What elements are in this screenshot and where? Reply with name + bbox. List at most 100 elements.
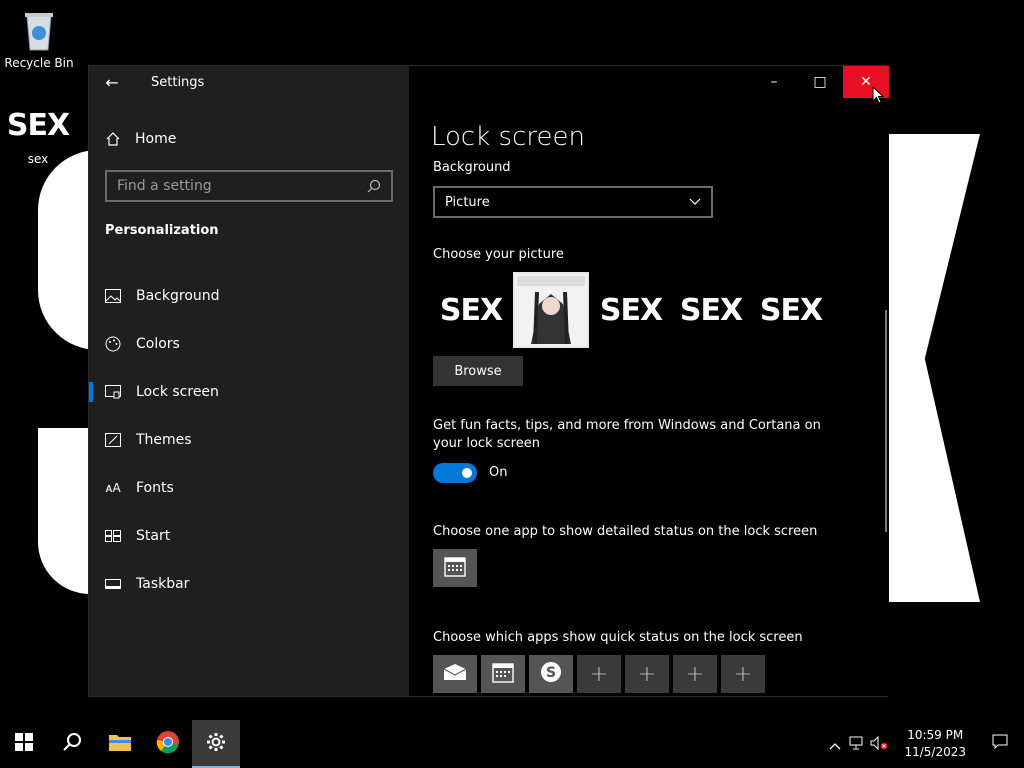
skype-icon: S (539, 660, 563, 688)
quick-status-add-slot[interactable]: + (721, 655, 765, 693)
home-nav-item[interactable]: Home (105, 124, 176, 154)
system-tray: 10:59 PM 11/5/2023 (824, 720, 1024, 768)
maximize-button[interactable]: □ (797, 66, 843, 98)
wallpaper-letter-left-lower (38, 428, 90, 594)
back-button[interactable]: ← (89, 66, 135, 98)
volume-muted-icon (870, 735, 888, 754)
sidebar-item-background[interactable]: Background (89, 272, 409, 320)
desktop-file-label: sex (27, 152, 49, 166)
quick-status-app-skype[interactable]: S (529, 655, 573, 693)
palette-icon (105, 336, 121, 352)
section-title: Personalization (105, 223, 219, 238)
themes-icon (105, 432, 121, 448)
sidebar-item-label: Colors (136, 336, 180, 352)
minimize-icon: – (770, 74, 778, 90)
sidebar-item-label: Themes (136, 432, 192, 448)
recycle-bin[interactable]: Recycle Bin (1, 8, 77, 70)
clock-date: 11/5/2023 (904, 745, 966, 759)
search-button[interactable] (48, 720, 96, 768)
choose-picture-label: Choose your picture (433, 247, 564, 262)
app-title: Settings (151, 74, 205, 90)
quick-status-label: Choose which apps show quick status on t… (433, 630, 803, 645)
minimize-button[interactable]: – (751, 66, 797, 98)
svg-text:S: S (546, 665, 556, 681)
network-icon (849, 735, 865, 754)
clock[interactable]: 10:59 PM 11/5/2023 (904, 727, 966, 761)
sidebar-item-colors[interactable]: Colors (89, 320, 409, 368)
detailed-status-label: Choose one app to show detailed status o… (433, 524, 818, 539)
plus-icon: + (637, 661, 657, 687)
volume-button[interactable] (868, 735, 890, 754)
window-controls: – □ ✕ (751, 66, 889, 98)
windows-logo-icon (15, 733, 33, 755)
background-label: Background (433, 160, 511, 175)
fonts-icon: ᴀA (105, 481, 121, 495)
detailed-status-app-calendar[interactable] (433, 549, 477, 587)
desktop-file-sex[interactable]: SEX sex (0, 106, 76, 166)
sidebar-item-label: Taskbar (136, 576, 190, 592)
desktop-file-thumbnail: SEX (6, 108, 70, 143)
action-center-button[interactable] (976, 734, 1024, 754)
chrome-icon (156, 730, 180, 758)
sidebar-item-fonts[interactable]: ᴀA Fonts (89, 464, 409, 512)
search-input[interactable] (117, 178, 367, 194)
taskbar-icon (105, 576, 121, 592)
settings-icon (206, 732, 226, 756)
show-hidden-icons-button[interactable] (824, 735, 846, 754)
picture-thumbnail-1[interactable]: SEX (433, 272, 509, 348)
picture-thumbnail-4[interactable]: SEX (673, 272, 749, 348)
browse-button[interactable]: Browse (433, 356, 523, 386)
plus-icon: + (685, 661, 705, 687)
sidebar-item-taskbar[interactable]: Taskbar (89, 560, 409, 608)
lock-screen-icon (105, 384, 121, 400)
quick-status-app-mail[interactable] (433, 655, 477, 693)
anime-picture-icon (515, 274, 587, 346)
recycle-bin-icon (19, 8, 59, 52)
thumbnail-text: SEX (599, 292, 663, 328)
thumbnail-text: SEX (759, 292, 823, 328)
start-icon (105, 528, 121, 544)
fun-facts-toggle[interactable] (433, 463, 477, 483)
quick-status-add-slot[interactable]: + (625, 655, 669, 693)
maximize-icon: □ (813, 74, 827, 90)
file-explorer-button[interactable] (96, 720, 144, 768)
notification-icon (992, 734, 1008, 754)
calendar-icon (492, 661, 514, 687)
sidebar-item-label: Lock screen (136, 384, 219, 400)
chevron-down-icon (689, 195, 701, 210)
settings-window: ← Settings Home Personalization Backgrou… (88, 65, 889, 697)
file-explorer-icon (109, 733, 131, 755)
sidebar-item-label: Background (136, 288, 220, 304)
quick-status-add-slot[interactable]: + (673, 655, 717, 693)
picture-thumbnail-2[interactable] (513, 272, 589, 348)
sidebar-nav: Background Colors Lock screen Themes ᴀA … (89, 272, 409, 608)
quick-status-app-calendar[interactable] (481, 655, 525, 693)
picture-icon (105, 288, 121, 304)
sidebar-item-themes[interactable]: Themes (89, 416, 409, 464)
thumbnail-text: SEX (439, 292, 503, 328)
network-button[interactable] (846, 735, 868, 754)
plus-icon: + (589, 661, 609, 687)
settings-taskbar-button[interactable] (192, 720, 240, 768)
home-label: Home (135, 131, 177, 147)
start-button[interactable] (0, 720, 48, 768)
chrome-button[interactable] (144, 720, 192, 768)
close-icon: ✕ (860, 74, 872, 90)
sidebar-item-start[interactable]: Start (89, 512, 409, 560)
search-field[interactable] (105, 170, 393, 202)
calendar-icon (444, 555, 466, 581)
thumbnail-text: SEX (679, 292, 743, 328)
background-dropdown[interactable]: Picture (433, 186, 713, 218)
clock-time: 10:59 PM (907, 728, 964, 742)
picture-thumbnail-3[interactable]: SEX (593, 272, 669, 348)
titlebar-left: ← Settings (89, 66, 409, 98)
recycle-bin-label: Recycle Bin (4, 56, 74, 70)
back-arrow-icon: ← (105, 72, 119, 92)
home-icon (105, 131, 121, 147)
background-dropdown-value: Picture (445, 194, 490, 210)
sidebar-item-lock-screen[interactable]: Lock screen (89, 368, 409, 416)
picture-thumbnails: SEX SEX SEX SEX (433, 272, 829, 348)
quick-status-add-slot[interactable]: + (577, 655, 621, 693)
picture-thumbnail-5[interactable]: SEX (753, 272, 829, 348)
scrollbar[interactable] (885, 310, 887, 532)
